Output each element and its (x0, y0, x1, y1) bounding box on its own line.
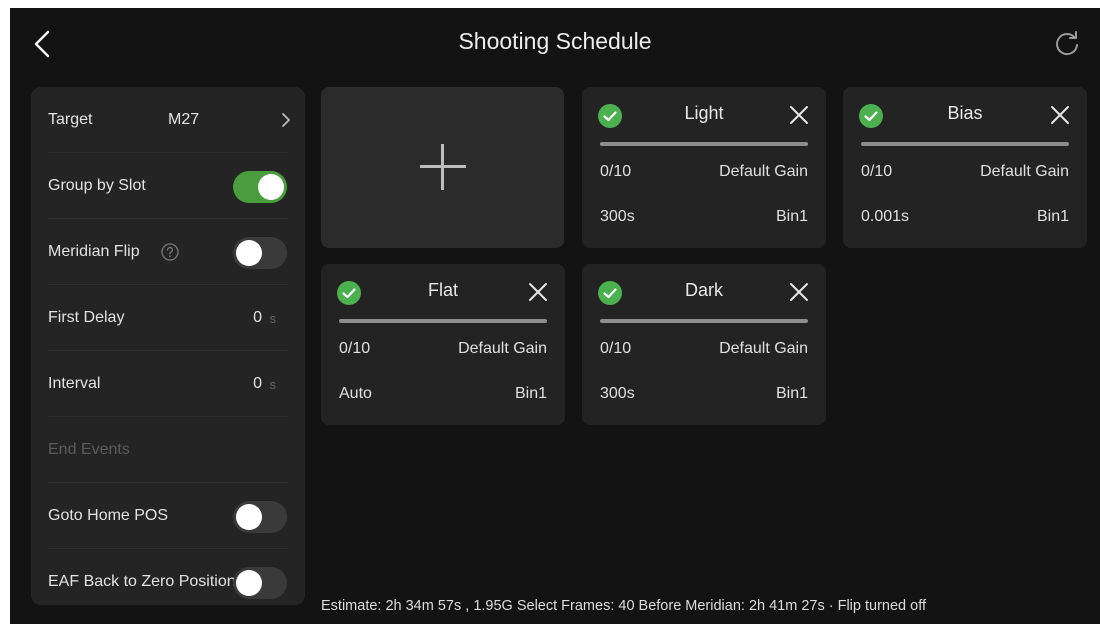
header: Shooting Schedule (10, 8, 1100, 78)
card-title: Light (684, 103, 724, 123)
group-by-slot-label: Group by Slot (48, 177, 146, 194)
toggle-knob (236, 570, 262, 596)
card-title: Dark (684, 280, 723, 300)
meridian-flip-label: Meridian Flip (48, 243, 140, 260)
check-icon[interactable] (337, 281, 361, 305)
close-icon[interactable] (788, 104, 810, 126)
target-label: Target (48, 111, 93, 128)
toggle-knob (258, 174, 284, 200)
card-title: Bias (947, 103, 983, 123)
settings-panel: Target M27 Group by Slot Meridian Flip F… (31, 87, 305, 605)
page-title: Shooting Schedule (458, 28, 652, 54)
progress-bar (339, 319, 547, 323)
first-delay-label: First Delay (48, 309, 125, 326)
flat-frame-card[interactable]: Flat 0/10 Default Gain Auto Bin1 (321, 264, 565, 425)
frame-count: 0/10 (339, 340, 371, 357)
refresh-icon[interactable] (1052, 28, 1082, 58)
exposure-value: Auto (339, 385, 372, 402)
progress-bar (600, 142, 808, 146)
interval-label: Interval (48, 375, 101, 392)
bin-value: Bin1 (514, 385, 547, 402)
target-value: M27 (168, 111, 200, 128)
gain-value: Default Gain (719, 340, 808, 357)
end-events-heading: End Events (48, 441, 130, 458)
bin-value: Bin1 (775, 208, 808, 225)
exposure-value: 300s (600, 208, 635, 225)
group-by-slot-row: Group by Slot (48, 153, 288, 219)
check-icon[interactable] (598, 281, 622, 305)
dark-frame-card[interactable]: Dark 0/10 Default Gain 300s Bin1 (582, 264, 826, 425)
progress-bar (861, 142, 1069, 146)
screen: Shooting Schedule Target M27 Group by Sl… (10, 8, 1100, 624)
bin-value: Bin1 (775, 385, 808, 402)
close-icon[interactable] (527, 281, 549, 303)
first-delay-value[interactable]: 0 (253, 285, 262, 351)
target-row[interactable]: Target M27 (48, 87, 290, 153)
goto-home-row: Goto Home POS (48, 483, 288, 549)
gain-value: Default Gain (719, 163, 808, 180)
chevron-right-icon (280, 111, 292, 129)
progress-bar (600, 319, 808, 323)
bias-frame-card[interactable]: Bias 0/10 Default Gain 0.001s Bin1 (843, 87, 1087, 248)
check-icon[interactable] (598, 104, 622, 128)
eaf-back-row: EAF Back to Zero Position (48, 549, 288, 605)
meridian-flip-row: Meridian Flip (48, 219, 288, 285)
estimate-summary: Estimate: 2h 34m 57s , 1.95G Select Fram… (321, 598, 926, 614)
group-by-slot-toggle[interactable] (233, 171, 287, 203)
eaf-back-toggle[interactable] (233, 567, 287, 599)
meridian-flip-toggle[interactable] (233, 237, 287, 269)
check-icon[interactable] (859, 104, 883, 128)
bin-value: Bin1 (1036, 208, 1069, 225)
first-delay-row[interactable]: First Delay 0 s (48, 285, 288, 351)
eaf-back-label: EAF Back to Zero Position (48, 573, 236, 590)
interval-unit: s (269, 377, 277, 392)
goto-home-toggle[interactable] (233, 501, 287, 533)
gain-value: Default Gain (458, 340, 547, 357)
end-events-row: End Events (48, 417, 288, 483)
light-frame-card[interactable]: Light 0/10 Default Gain 300s Bin1 (582, 87, 826, 248)
first-delay-unit: s (269, 311, 277, 326)
gain-value: Default Gain (980, 163, 1069, 180)
toggle-knob (236, 240, 262, 266)
frame-count: 0/10 (861, 163, 893, 180)
toggle-knob (236, 504, 262, 530)
frame-count: 0/10 (600, 163, 632, 180)
interval-row[interactable]: Interval 0 s (48, 351, 288, 417)
interval-value[interactable]: 0 (253, 351, 262, 417)
close-icon[interactable] (788, 281, 810, 303)
help-icon[interactable] (160, 242, 180, 262)
close-icon[interactable] (1049, 104, 1071, 126)
exposure-value: 300s (600, 385, 635, 402)
plus-icon-vertical (441, 144, 444, 190)
exposure-value: 0.001s (861, 208, 910, 225)
add-frame-button[interactable] (321, 87, 564, 248)
card-title: Flat (427, 280, 458, 300)
frame-count: 0/10 (600, 340, 632, 357)
goto-home-label: Goto Home POS (48, 507, 169, 524)
